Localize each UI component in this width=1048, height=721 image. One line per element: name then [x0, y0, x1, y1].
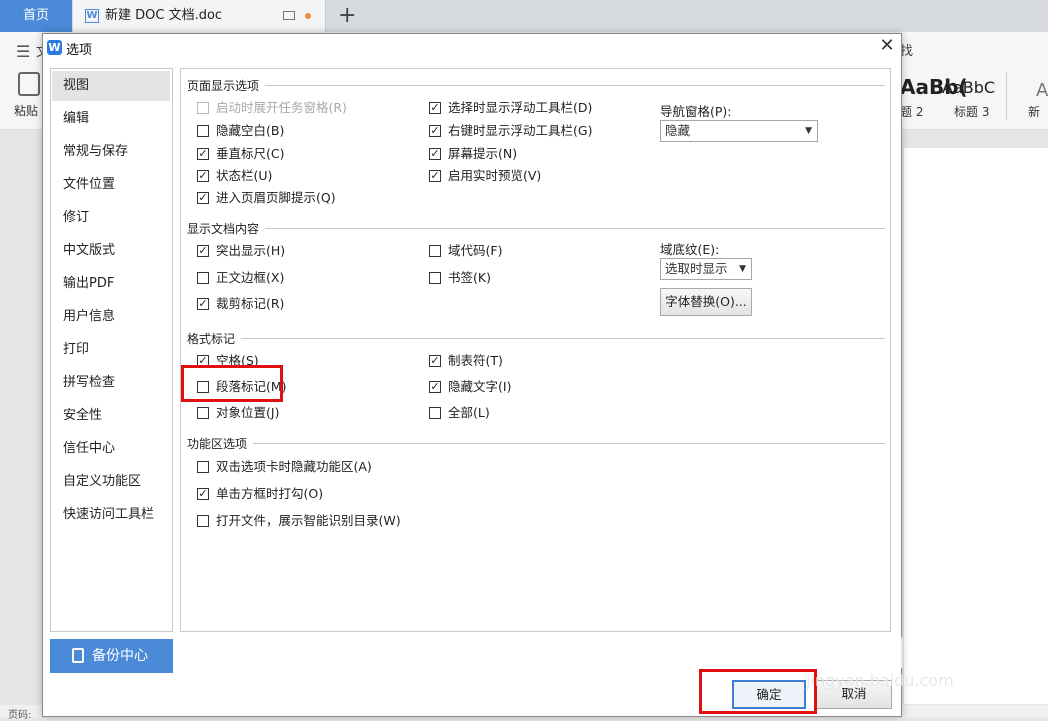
dropdown-arrow-icon: ▼: [739, 264, 746, 274]
tab-document[interactable]: W 新建 DOC 文档.doc: [73, 0, 326, 32]
checkbox-box: [197, 461, 209, 473]
check-icon: ✓: [197, 244, 209, 257]
unsaved-dot-icon[interactable]: [305, 13, 311, 19]
style-heading3-label: 标题 3: [954, 105, 990, 119]
section-divider: [265, 85, 885, 86]
paste-label[interactable]: 粘贴: [14, 102, 38, 119]
checkbox-box: [197, 515, 209, 527]
section-format-marks-title: 格式标记: [187, 332, 236, 346]
check-icon: ✓: [197, 297, 209, 310]
word-doc-icon: W: [85, 9, 99, 23]
section-ribbon-options-title: 功能区选项: [187, 437, 248, 451]
style-heading2-label: 题 2: [900, 105, 924, 119]
check-icon: ✓: [197, 487, 209, 500]
backup-icon: [72, 648, 84, 663]
options-content: 页面显示选项 启动时展开任务窗格(R) 隐藏空白(B) ✓ 垂直标尺(C) ✓ …: [180, 68, 891, 632]
check-icon: ✓: [197, 147, 209, 160]
sidebar-item-file-location[interactable]: 文件位置: [52, 170, 170, 200]
baidu-watermark-url: jingyan.baidu.com: [806, 671, 954, 690]
section-divider: [265, 228, 885, 229]
checkbox-box: [197, 102, 209, 114]
sidebar-item-revisions[interactable]: 修订: [52, 203, 170, 233]
checkbox-box: [429, 272, 441, 284]
check-icon: ✓: [429, 169, 441, 182]
section-doc-content-title: 显示文档内容: [187, 222, 260, 236]
new-style-label: 新: [1028, 105, 1041, 119]
check-icon: ✓: [429, 147, 441, 160]
sidebar-item-general-save[interactable]: 常规与保存: [52, 137, 170, 167]
font-substitution-button[interactable]: 字体替换(O)...: [660, 288, 752, 316]
checkbox-box: [197, 125, 209, 137]
style-heading3-sample[interactable]: AaBbC: [942, 78, 995, 97]
tab-bar: 首页 W 新建 DOC 文档.doc +: [0, 0, 1048, 32]
status-page-label: 页码:: [8, 710, 32, 721]
wps-app-icon: W: [47, 40, 62, 55]
paste-icon[interactable]: [18, 72, 40, 96]
field-shading-select[interactable]: 选取时显示 ▼: [660, 258, 752, 280]
tab-home[interactable]: 首页: [0, 0, 72, 32]
options-sidebar: 视图 编辑 常规与保存 文件位置 修订 中文版式 输出PDF 用户信息 打印 拼…: [50, 68, 173, 632]
section-page-display-title: 页面显示选项: [187, 79, 260, 93]
sidebar-item-customize-ribbon[interactable]: 自定义功能区: [52, 467, 170, 497]
add-tab-button[interactable]: +: [338, 0, 356, 32]
field-shading-label: 域底纹(E):: [660, 242, 720, 257]
field-shading-value: 选取时显示: [665, 261, 728, 276]
check-icon: ✓: [429, 124, 441, 137]
check-icon: ✓: [429, 380, 441, 393]
check-icon: ✓: [429, 354, 441, 367]
section-divider: [253, 443, 885, 444]
checkbox-box: [197, 407, 209, 419]
checkbox-box: [429, 407, 441, 419]
sidebar-item-chinese-layout[interactable]: 中文版式: [52, 236, 170, 266]
sidebar-item-edit[interactable]: 编辑: [52, 104, 170, 134]
sidebar-item-spelling[interactable]: 拼写检查: [52, 368, 170, 398]
tab-document-title: 新建 DOC 文档.doc: [105, 8, 223, 23]
check-icon: ✓: [197, 191, 209, 204]
sidebar-item-print[interactable]: 打印: [52, 335, 170, 365]
nav-pane-value: 隐藏: [665, 123, 691, 138]
new-style-icon[interactable]: A: [1036, 80, 1048, 101]
monitor-icon[interactable]: [283, 11, 295, 20]
document-page[interactable]: [904, 148, 1048, 704]
nav-pane-select[interactable]: 隐藏 ▼: [660, 120, 818, 142]
backup-center-button[interactable]: 备份中心: [50, 639, 173, 673]
highlight-paragraph-marks: [181, 365, 283, 402]
sidebar-item-view[interactable]: 视图: [52, 71, 170, 101]
dialog-title: 选项: [66, 43, 93, 58]
checkbox-box: [197, 272, 209, 284]
highlight-ok-button: [699, 669, 817, 714]
hamburger-menu-icon[interactable]: ☰: [16, 42, 30, 61]
check-icon: ✓: [197, 169, 209, 182]
sidebar-item-trust-center[interactable]: 信任中心: [52, 434, 170, 464]
dropdown-arrow-icon: ▼: [805, 126, 812, 136]
backup-center-label: 备份中心: [92, 648, 148, 664]
nav-pane-label: 导航窗格(P):: [660, 104, 732, 119]
section-divider: [241, 338, 885, 339]
sidebar-item-quick-access[interactable]: 快速访问工具栏: [52, 500, 170, 530]
style-gallery-scroll[interactable]: [1006, 72, 1018, 120]
sidebar-item-user-info[interactable]: 用户信息: [52, 302, 170, 332]
close-icon[interactable]: ✕: [879, 37, 895, 56]
dialog-title-bar: W 选项 ✕: [43, 34, 901, 62]
options-dialog: W 选项 ✕ 视图 编辑 常规与保存 文件位置 修订 中文版式 输出PDF 用户…: [42, 33, 902, 717]
check-icon: ✓: [429, 101, 441, 114]
sidebar-item-export-pdf[interactable]: 输出PDF: [52, 269, 170, 299]
checkbox-box: [429, 245, 441, 257]
sidebar-item-security[interactable]: 安全性: [52, 401, 170, 431]
